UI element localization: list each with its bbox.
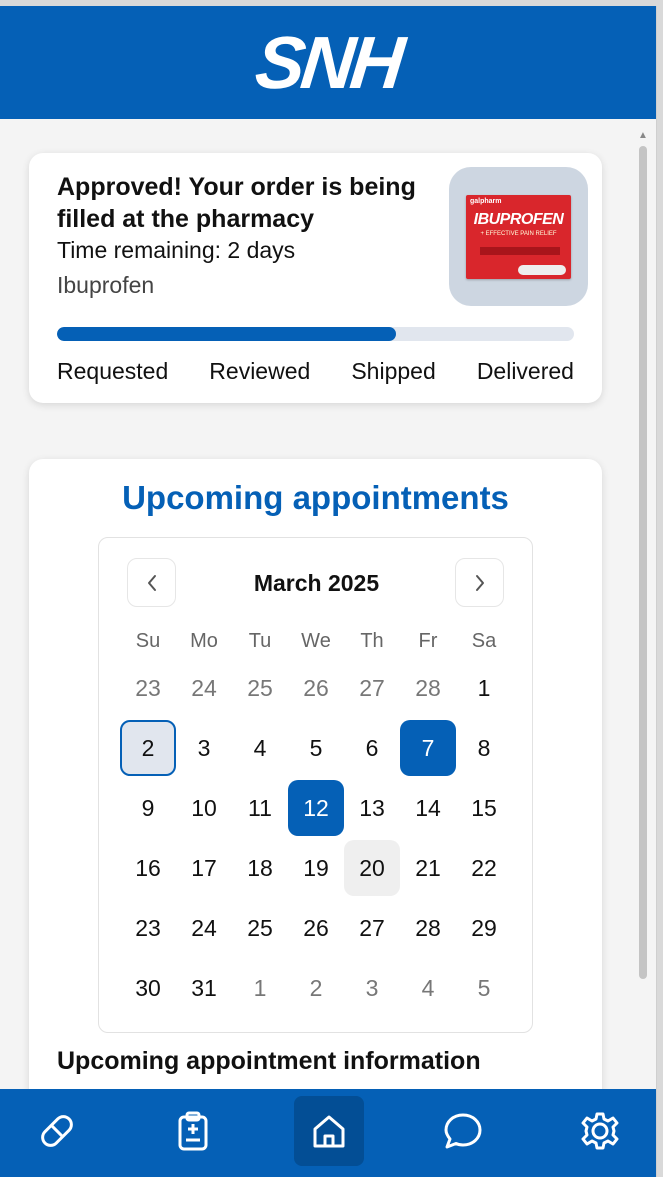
calendar-week-row: 30 31 1 2 3 4 5: [120, 960, 512, 1016]
calendar-day[interactable]: 24: [176, 900, 232, 956]
weekday-label: Th: [360, 630, 384, 652]
calendar-week-row: 2345678: [120, 720, 512, 776]
calendar-day[interactable]: 3: [344, 960, 400, 1016]
calendar-day[interactable]: 4: [232, 720, 288, 776]
calendar-day[interactable]: 27: [344, 900, 400, 956]
calendar-day[interactable]: 21: [400, 840, 456, 896]
snh-logo: SNH: [252, 20, 406, 104]
calendar-day[interactable]: 23: [120, 900, 176, 956]
app-header: SNH: [0, 6, 656, 119]
weekday-label: Su: [135, 630, 161, 652]
home-icon: [313, 1115, 345, 1148]
calendar-day[interactable]: 18: [232, 840, 288, 896]
calendar-day-today[interactable]: 20: [344, 840, 400, 896]
weekday-label: Mo: [190, 630, 218, 652]
weekday-label: We: [301, 630, 331, 652]
calendar-day[interactable]: 2: [288, 960, 344, 1016]
order-progress-fill: [57, 327, 396, 341]
chevron-right-icon: [475, 574, 484, 591]
calendar-day[interactable]: 4: [400, 960, 456, 1016]
pill-icon: [41, 1115, 73, 1147]
step-delivered: Delivered: [476, 358, 574, 384]
scroll-up-arrow-icon[interactable]: ▲: [638, 130, 648, 141]
calendar-day[interactable]: 10: [176, 780, 232, 836]
medication-box-image: galpharm IBUPROFEN + EFFECTIVE PAIN RELI…: [466, 194, 571, 279]
calendar-day[interactable]: 30: [120, 960, 176, 1016]
bottom-navigation: [0, 1089, 656, 1177]
calendar-day[interactable]: 28: [400, 660, 456, 716]
medical-records-icon: [178, 1111, 208, 1151]
calendar-day-appointment[interactable]: 7: [400, 720, 456, 776]
medication-box-pill: [518, 264, 566, 275]
calendar-day[interactable]: 11: [232, 780, 288, 836]
calendar-day[interactable]: 25: [232, 900, 288, 956]
appointment-calendar: March 2025 Su Mo Tu We Th Fr Sa 23 24 25 26…: [98, 537, 533, 1033]
calendar-day[interactable]: 13: [344, 780, 400, 836]
step-reviewed: Reviewed: [209, 358, 311, 384]
calendar-day[interactable]: 28: [400, 900, 456, 956]
nav-records[interactable]: [158, 1096, 228, 1166]
calendar-day[interactable]: 1: [232, 960, 288, 1016]
order-progress-bar: [57, 327, 574, 341]
nav-messages[interactable]: [428, 1096, 498, 1166]
medication-box-strip: [480, 246, 560, 255]
calendar-day-selected[interactable]: 2: [120, 720, 176, 776]
calendar-day[interactable]: 19: [288, 840, 344, 896]
step-shipped: Shipped: [351, 358, 436, 384]
medication-image: galpharm IBUPROFEN + EFFECTIVE PAIN RELI…: [449, 167, 588, 306]
nav-home[interactable]: [294, 1096, 364, 1166]
weekday-label: Sa: [471, 630, 497, 652]
calendar-weekday-header: Su Mo Tu We Th Fr Sa: [120, 630, 512, 653]
app-frame: SNH Approved! Your order is being filled…: [0, 6, 657, 1177]
calendar-next-month-button[interactable]: [455, 558, 504, 607]
calendar-week-row: 16 17 18 19 20 21 22: [120, 840, 512, 896]
scrollbar-thumb[interactable]: [639, 146, 647, 979]
nav-medications[interactable]: [22, 1096, 92, 1166]
calendar-day-appointment[interactable]: 12: [288, 780, 344, 836]
nav-settings[interactable]: [565, 1096, 635, 1166]
calendar-week-row: 9 10 11 12 13 14 15: [120, 780, 512, 836]
main-content[interactable]: Approved! Your order is being filled at …: [0, 119, 630, 1089]
order-time-remaining: Time remaining: 2 days: [57, 237, 296, 263]
order-medication-name: Ibuprofen: [57, 272, 155, 298]
calendar-day[interactable]: 24: [176, 660, 232, 716]
calendar-day[interactable]: 8: [456, 720, 512, 776]
appointments-card: Upcoming appointments March 2025 Su Mo T…: [29, 459, 602, 1089]
settings-icon: [581, 1112, 619, 1150]
calendar-day[interactable]: 5: [288, 720, 344, 776]
step-requested: Requested: [57, 358, 169, 384]
chat-icon: [444, 1113, 482, 1149]
weekday-label: Fr: [418, 630, 438, 652]
weekday-label: Tu: [248, 630, 272, 652]
calendar-day[interactable]: 17: [176, 840, 232, 896]
calendar-day[interactable]: 26: [288, 660, 344, 716]
calendar-day[interactable]: 1: [456, 660, 512, 716]
calendar-day[interactable]: 14: [400, 780, 456, 836]
calendar-day[interactable]: 16: [120, 840, 176, 896]
appointments-title: Upcoming appointments: [122, 479, 509, 516]
calendar-day[interactable]: 26: [288, 900, 344, 956]
order-status-title: Approved! Your order is being filled at …: [57, 173, 416, 233]
calendar-day[interactable]: 29: [456, 900, 512, 956]
calendar-day[interactable]: 15: [456, 780, 512, 836]
calendar-day[interactable]: 27: [344, 660, 400, 716]
medication-box-label: IBUPROFEN: [473, 210, 564, 228]
calendar-day[interactable]: 23: [120, 660, 176, 716]
calendar-day[interactable]: 5: [456, 960, 512, 1016]
medication-box-subtext: + EFFECTIVE PAIN RELIEF: [480, 230, 557, 237]
calendar-day[interactable]: 6: [344, 720, 400, 776]
calendar-day[interactable]: 3: [176, 720, 232, 776]
appointment-info-heading: Upcoming appointment information: [57, 1047, 481, 1075]
calendar-week-row: 23 24 25 26 27 28 29: [120, 900, 512, 956]
order-status-card[interactable]: Approved! Your order is being filled at …: [29, 153, 602, 403]
calendar-day[interactable]: 9: [120, 780, 176, 836]
calendar-week-row: 23 24 25 26 27 28 1: [120, 660, 512, 716]
order-progress-steps: Requested Reviewed Shipped Delivered: [57, 358, 574, 385]
calendar-day[interactable]: 22: [456, 840, 512, 896]
calendar-day[interactable]: 25: [232, 660, 288, 716]
calendar-day[interactable]: 31: [176, 960, 232, 1016]
medication-box-brand: galpharm: [470, 197, 502, 205]
